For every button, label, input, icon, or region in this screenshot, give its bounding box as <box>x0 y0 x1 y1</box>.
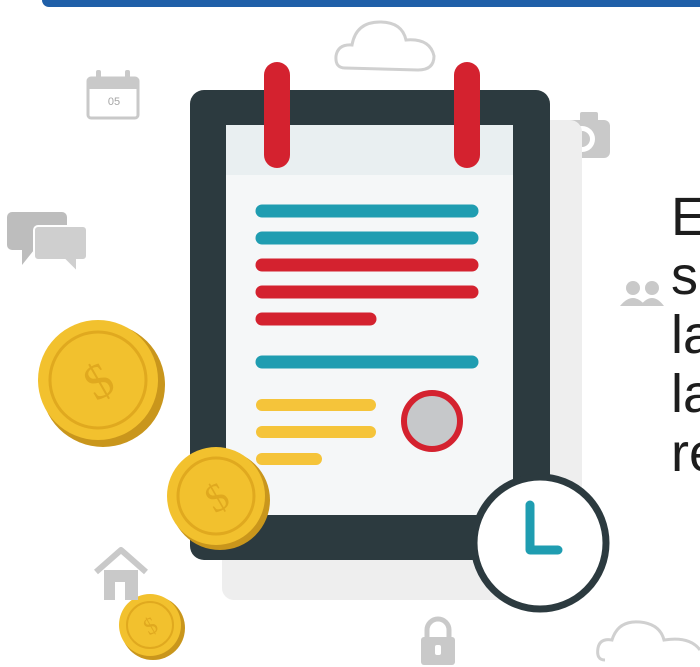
dollar-coin-icon: $ <box>119 594 185 660</box>
chat-bubbles-icon <box>7 212 88 275</box>
calendar-icon <box>86 70 140 120</box>
side-text-line: E <box>671 187 700 247</box>
clock-icon <box>470 473 610 613</box>
side-text-line: re <box>671 423 700 483</box>
side-text-block: E s la la re <box>671 188 700 483</box>
users-icon <box>620 281 664 306</box>
side-text-line: s <box>671 246 698 306</box>
calendar-day: 05 <box>107 96 121 108</box>
lock-icon <box>421 616 455 665</box>
dollar-coin-icon: $ <box>38 320 165 447</box>
home-icon <box>94 547 148 600</box>
side-text-line: la <box>671 364 700 424</box>
cloud-icon <box>334 20 436 72</box>
side-text-line: la <box>671 305 700 365</box>
cloud-icon <box>596 620 700 662</box>
stamp-icon <box>401 390 463 452</box>
